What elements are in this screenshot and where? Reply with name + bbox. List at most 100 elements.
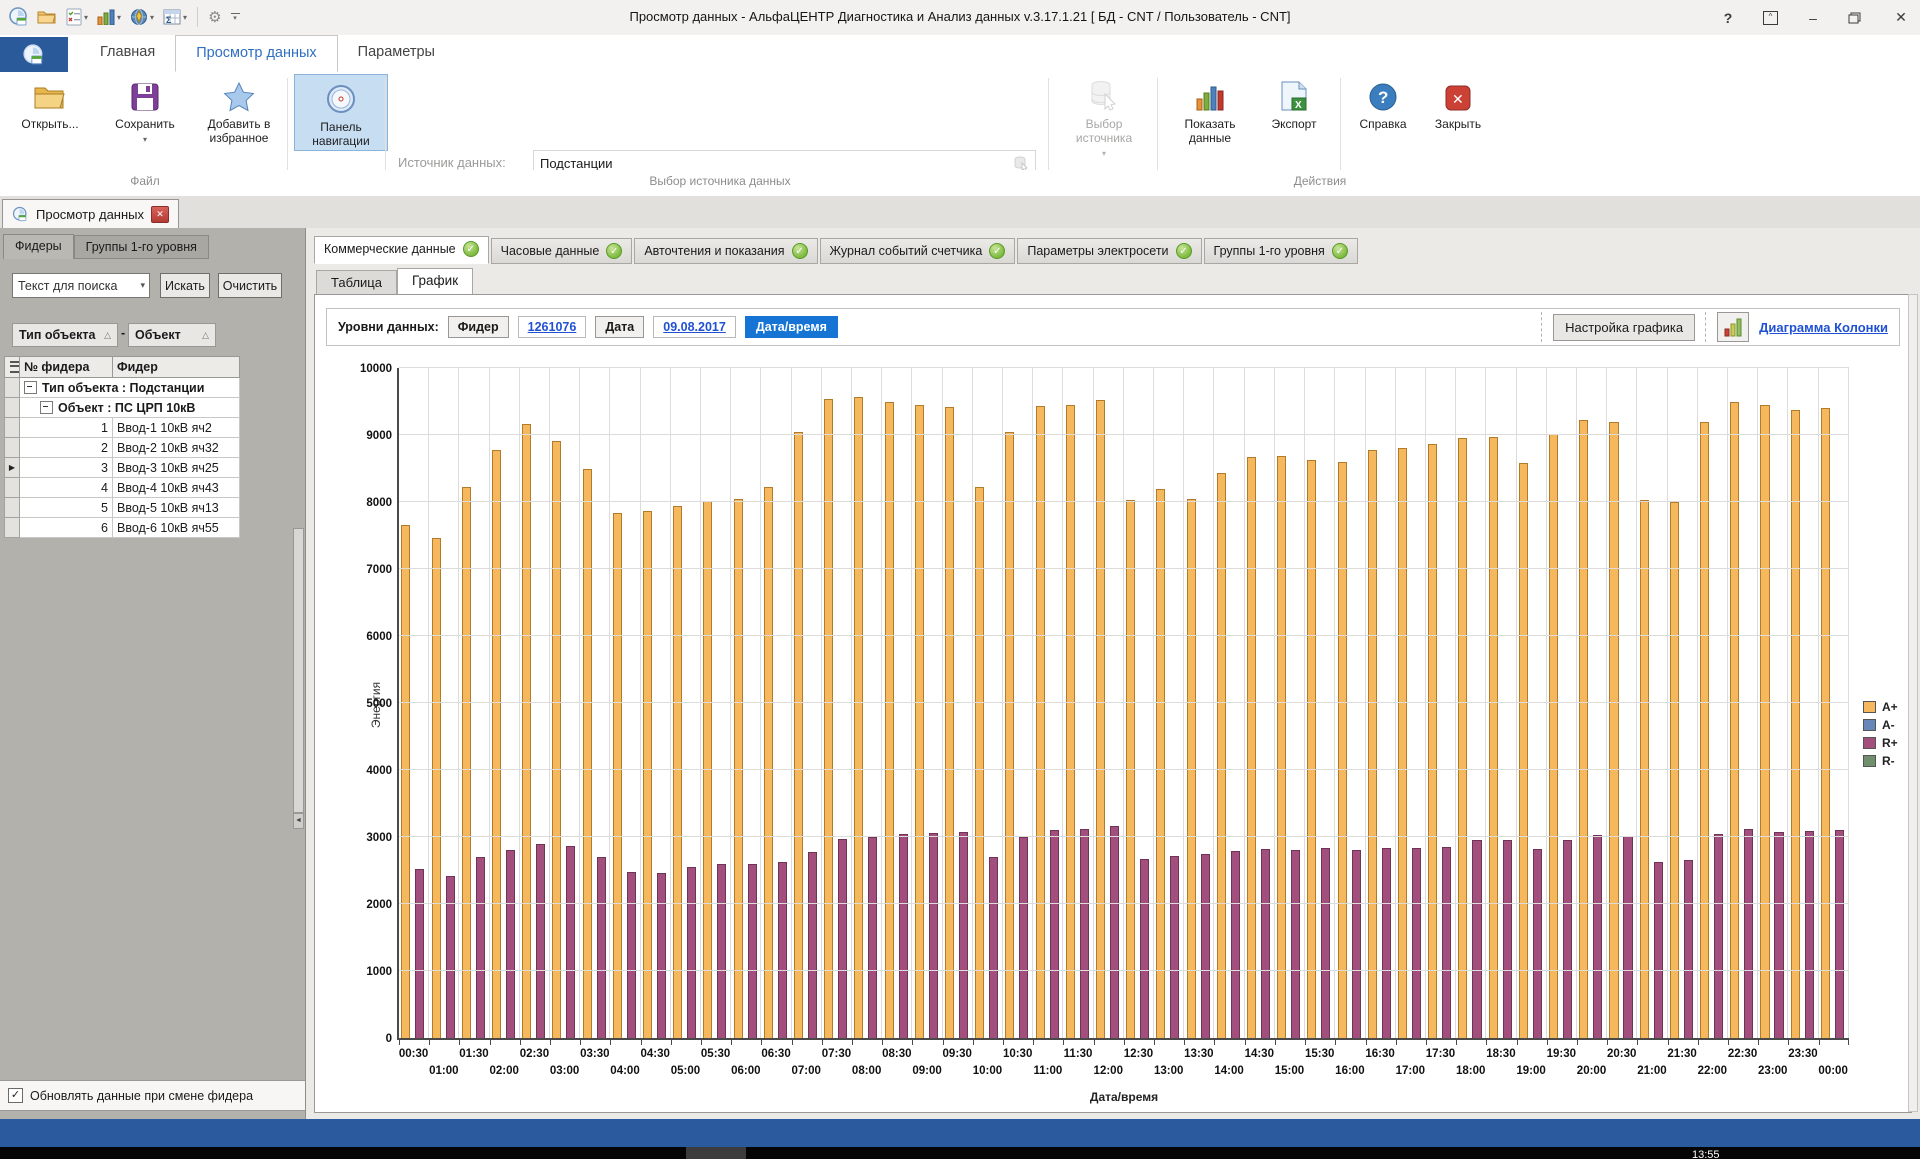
show-data-button[interactable]: Показать данные (1166, 76, 1254, 145)
bar-R+[interactable] (657, 873, 666, 1038)
tree-group-row[interactable]: Тип объекта : Подстанции (4, 378, 240, 398)
feeder-value-link[interactable]: 1261076 (518, 316, 587, 338)
row-selector-cell[interactable]: ▶ (4, 458, 20, 478)
bar-R+[interactable] (899, 834, 908, 1038)
tree-row[interactable]: 1Ввод-1 10кВ яч2 (4, 418, 240, 438)
bar-R+[interactable] (1593, 835, 1602, 1038)
bar-A+[interactable] (643, 511, 652, 1038)
bar-R+[interactable] (476, 857, 485, 1038)
bar-A+[interactable] (1066, 405, 1075, 1038)
bar-A+[interactable] (1398, 448, 1407, 1038)
tree-group-row[interactable]: Объект : ПС ЦРП 10кВ (4, 398, 240, 418)
bar-A+[interactable] (1670, 502, 1679, 1038)
restore-icon[interactable] (1848, 12, 1866, 24)
bar-R+[interactable] (1080, 829, 1089, 1038)
bar-R+[interactable] (1714, 834, 1723, 1038)
tab-table-view[interactable]: Таблица (316, 270, 397, 295)
bar-R+[interactable] (868, 837, 877, 1038)
bar-R+[interactable] (1744, 829, 1753, 1038)
tree-row[interactable]: 2Ввод-2 10кВ яч32 (4, 438, 240, 458)
save-button[interactable]: Сохранить ▾ (100, 76, 190, 147)
bar-R+[interactable] (597, 857, 606, 1038)
help-button[interactable]: ? Справка (1348, 76, 1418, 131)
bar-A+[interactable] (522, 424, 531, 1038)
bar-A+[interactable] (794, 432, 803, 1038)
bar-A+[interactable] (764, 487, 773, 1038)
bar-A+[interactable] (1821, 408, 1830, 1038)
diagram-column-link[interactable]: Диаграмма Колонки (1759, 320, 1888, 335)
checklist-report-icon[interactable]: ▾ (64, 6, 90, 28)
export-button[interactable]: X Экспорт (1258, 76, 1330, 131)
sidebar-tab-groups[interactable]: Группы 1-го уровня (74, 235, 209, 259)
feeder-name-cell[interactable]: Ввод-1 10кВ яч2 (113, 418, 240, 438)
tab-hourly-data[interactable]: Часовые данные ✓ (491, 238, 633, 264)
bar-R+[interactable] (838, 839, 847, 1038)
column-header-feeder-num[interactable]: № фидера (20, 356, 113, 378)
open-folder-icon[interactable] (35, 6, 59, 28)
tab-level1-groups[interactable]: Группы 1-го уровня ✓ (1204, 238, 1358, 264)
bar-A+[interactable] (1338, 462, 1347, 1038)
chevron-down-icon[interactable]: ▾ (150, 13, 154, 22)
map-globe-icon[interactable]: ▾ (128, 6, 156, 28)
bar-A+[interactable] (401, 525, 410, 1038)
bar-R+[interactable] (748, 864, 757, 1038)
main-scrollbar[interactable] (1908, 294, 1918, 1112)
bar-R+[interactable] (1140, 859, 1149, 1038)
bar-A+[interactable] (854, 397, 863, 1038)
chevron-down-icon[interactable]: ▾ (117, 13, 121, 22)
feeder-level-button[interactable]: Фидер (448, 316, 509, 338)
bar-A+[interactable] (1005, 432, 1014, 1038)
bar-A+[interactable] (432, 538, 441, 1038)
bar-A+[interactable] (1217, 473, 1226, 1038)
ribbon-display-options-icon[interactable]: ^ (1763, 11, 1778, 25)
bar-A+[interactable] (1730, 402, 1739, 1039)
bar-A+[interactable] (583, 469, 592, 1038)
bar-A+[interactable] (915, 405, 924, 1038)
datetime-level-chip[interactable]: Дата/время (745, 316, 838, 338)
chevron-down-icon[interactable]: ▾ (84, 13, 88, 22)
bar-A+[interactable] (1096, 400, 1105, 1038)
bar-A+[interactable] (824, 399, 833, 1038)
bar-A+[interactable] (1156, 489, 1165, 1038)
bar-A+[interactable] (492, 450, 501, 1038)
tab-auto-readings[interactable]: Авточтения и показания ✓ (634, 238, 817, 264)
chart-settings-button[interactable]: Настройка графика (1553, 314, 1695, 341)
feeder-number-cell[interactable]: 2 (20, 438, 113, 458)
taskbar-app-segment[interactable] (686, 1147, 746, 1159)
collapse-node-icon[interactable] (40, 401, 53, 414)
diagram-type-icon-button[interactable] (1717, 312, 1749, 342)
bar-R+[interactable] (929, 833, 938, 1038)
bar-R+[interactable] (506, 850, 515, 1038)
database-select-icon[interactable] (1014, 156, 1029, 171)
bar-A+[interactable] (1489, 437, 1498, 1038)
bar-A+[interactable] (1428, 444, 1437, 1038)
bar-A+[interactable] (1549, 434, 1558, 1038)
bar-R+[interactable] (1503, 840, 1512, 1038)
bar-A+[interactable] (1247, 457, 1256, 1038)
bar-A+[interactable] (885, 402, 894, 1039)
bar-R+[interactable] (1019, 837, 1028, 1038)
bar-R+[interactable] (1623, 836, 1632, 1038)
feeder-name-cell[interactable]: Ввод-4 10кВ яч43 (113, 478, 240, 498)
feeder-name-cell[interactable]: Ввод-2 10кВ яч32 (113, 438, 240, 458)
help-icon[interactable]: ? (1719, 10, 1737, 26)
tree-row[interactable]: 4Ввод-4 10кВ яч43 (4, 478, 240, 498)
bar-R+[interactable] (1472, 840, 1481, 1038)
bar-R+[interactable] (1261, 849, 1270, 1038)
row-selector-cell[interactable] (4, 478, 20, 498)
search-text-combo[interactable]: Текст для поиска ▾ (12, 273, 150, 298)
bar-R+[interactable] (1110, 826, 1119, 1038)
tree-row[interactable]: 6Ввод-6 10кВ яч55 (4, 518, 240, 538)
customize-toolbar-icon[interactable]: ▾ (229, 11, 242, 23)
tab-commercial-data[interactable]: Коммерческие данные ✓ (314, 236, 489, 264)
bar-R+[interactable] (1201, 854, 1210, 1038)
bar-chart-icon[interactable]: ▾ (95, 7, 123, 27)
bar-R+[interactable] (1382, 848, 1391, 1038)
ribbon-tab-prosmotr-dannyh[interactable]: Просмотр данных (175, 35, 337, 72)
app-menu-button[interactable] (0, 37, 68, 72)
feeder-name-cell[interactable]: Ввод-3 10кВ яч25 (113, 458, 240, 478)
bar-R+[interactable] (1533, 849, 1542, 1038)
navigation-panel-button[interactable]: Панель навигации (294, 74, 388, 151)
bar-A+[interactable] (613, 513, 622, 1038)
bar-A+[interactable] (1609, 422, 1618, 1038)
